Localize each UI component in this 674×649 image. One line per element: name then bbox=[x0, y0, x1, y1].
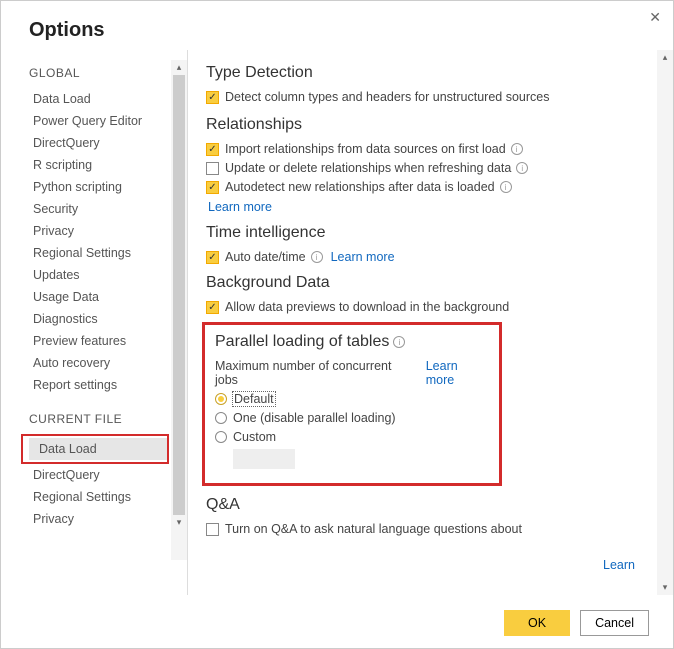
sidebar-item-python-scripting[interactable]: Python scripting bbox=[33, 176, 187, 198]
dialog-body: GLOBAL Data Load Power Query Editor Dire… bbox=[1, 50, 673, 595]
sidebar-item-updates[interactable]: Updates bbox=[33, 264, 187, 286]
sidebar-item-global-privacy[interactable]: Privacy bbox=[33, 220, 187, 242]
ok-button[interactable]: OK bbox=[504, 610, 570, 636]
link-learn-more-relationships[interactable]: Learn more bbox=[208, 200, 272, 214]
link-learn-more-parallel[interactable]: Learn more bbox=[426, 359, 489, 387]
info-icon[interactable] bbox=[511, 143, 523, 155]
sidebar-scrollbar[interactable]: ▴ ▾ bbox=[171, 60, 187, 560]
sidebar-group-global: GLOBAL bbox=[29, 66, 187, 80]
cancel-button[interactable]: Cancel bbox=[580, 610, 649, 636]
checkbox-detect-column-types[interactable] bbox=[206, 91, 219, 104]
label-radio-default: Default bbox=[233, 392, 275, 406]
checkbox-update-relationships[interactable] bbox=[206, 162, 219, 175]
scroll-up-icon[interactable]: ▴ bbox=[657, 50, 673, 65]
sidebar-item-r-scripting[interactable]: R scripting bbox=[33, 154, 187, 176]
label-autodetect-relationships: Autodetect new relationships after data … bbox=[225, 180, 495, 194]
sidebar-item-usage-data[interactable]: Usage Data bbox=[33, 286, 187, 308]
section-background-data: Background Data bbox=[206, 274, 655, 292]
sidebar-item-file-data-load[interactable]: Data Load bbox=[29, 438, 167, 460]
sidebar-item-global-directquery[interactable]: DirectQuery bbox=[33, 132, 187, 154]
checkbox-autodetect-relationships[interactable] bbox=[206, 181, 219, 194]
link-learn-qa[interactable]: Learn bbox=[603, 558, 635, 572]
label-auto-datetime: Auto date/time bbox=[225, 250, 306, 264]
highlight-sidebar-data-load: Data Load bbox=[21, 434, 169, 464]
radio-custom[interactable] bbox=[215, 431, 227, 443]
close-icon[interactable]: ✕ bbox=[649, 9, 661, 26]
radio-default[interactable] bbox=[215, 393, 227, 405]
sidebar-item-global-regional[interactable]: Regional Settings bbox=[33, 242, 187, 264]
checkbox-auto-datetime[interactable] bbox=[206, 251, 219, 264]
sidebar-item-file-directquery[interactable]: DirectQuery bbox=[33, 464, 187, 486]
checkbox-turn-on-qa[interactable] bbox=[206, 523, 219, 536]
sidebar-item-security[interactable]: Security bbox=[33, 198, 187, 220]
sidebar-item-file-regional[interactable]: Regional Settings bbox=[33, 486, 187, 508]
highlight-parallel-loading: Parallel loading of tables Maximum numbe… bbox=[202, 322, 502, 486]
dialog-title: Options bbox=[1, 1, 673, 50]
section-parallel-loading-label: Parallel loading of tables bbox=[215, 333, 389, 351]
scroll-down-icon[interactable]: ▾ bbox=[657, 580, 673, 595]
content-scrollbar[interactable]: ▴ ▾ bbox=[657, 50, 673, 595]
section-time-intelligence: Time intelligence bbox=[206, 224, 655, 242]
label-radio-custom: Custom bbox=[233, 430, 276, 444]
section-qa: Q&A bbox=[206, 496, 655, 514]
checkbox-import-relationships[interactable] bbox=[206, 143, 219, 156]
link-learn-more-time[interactable]: Learn more bbox=[331, 250, 395, 264]
label-radio-one: One (disable parallel loading) bbox=[233, 411, 396, 425]
scroll-down-icon[interactable]: ▾ bbox=[171, 515, 187, 530]
label-detect-column-types: Detect column types and headers for unst… bbox=[225, 90, 549, 104]
section-parallel-loading: Parallel loading of tables bbox=[215, 333, 489, 351]
scroll-up-icon[interactable]: ▴ bbox=[171, 60, 187, 75]
section-type-detection: Type Detection bbox=[206, 64, 655, 82]
info-icon[interactable] bbox=[500, 181, 512, 193]
sidebar-group-current-file: CURRENT FILE bbox=[29, 412, 187, 426]
dialog-footer: OK Cancel bbox=[504, 610, 649, 636]
label-update-relationships: Update or delete relationships when refr… bbox=[225, 161, 511, 175]
content-panel: Type Detection Detect column types and h… bbox=[187, 50, 673, 595]
label-turn-on-qa: Turn on Q&A to ask natural language ques… bbox=[225, 522, 522, 536]
sidebar-item-global-data-load[interactable]: Data Load bbox=[33, 88, 187, 110]
label-allow-background-previews: Allow data previews to download in the b… bbox=[225, 300, 509, 314]
sidebar-item-preview-features[interactable]: Preview features bbox=[33, 330, 187, 352]
info-icon[interactable] bbox=[393, 336, 405, 348]
input-custom-jobs[interactable] bbox=[233, 449, 295, 469]
label-max-concurrent-jobs: Maximum number of concurrent jobs bbox=[215, 359, 416, 387]
label-import-relationships: Import relationships from data sources o… bbox=[225, 142, 506, 156]
info-icon[interactable] bbox=[516, 162, 528, 174]
checkbox-allow-background-previews[interactable] bbox=[206, 301, 219, 314]
scroll-thumb[interactable] bbox=[173, 75, 185, 515]
radio-one[interactable] bbox=[215, 412, 227, 424]
info-icon[interactable] bbox=[311, 251, 323, 263]
sidebar-item-auto-recovery[interactable]: Auto recovery bbox=[33, 352, 187, 374]
sidebar-item-file-privacy[interactable]: Privacy bbox=[33, 508, 187, 530]
sidebar: GLOBAL Data Load Power Query Editor Dire… bbox=[1, 50, 187, 595]
sidebar-item-report-settings[interactable]: Report settings bbox=[33, 374, 187, 396]
sidebar-item-diagnostics[interactable]: Diagnostics bbox=[33, 308, 187, 330]
sidebar-item-power-query-editor[interactable]: Power Query Editor bbox=[33, 110, 187, 132]
section-relationships: Relationships bbox=[206, 116, 655, 134]
